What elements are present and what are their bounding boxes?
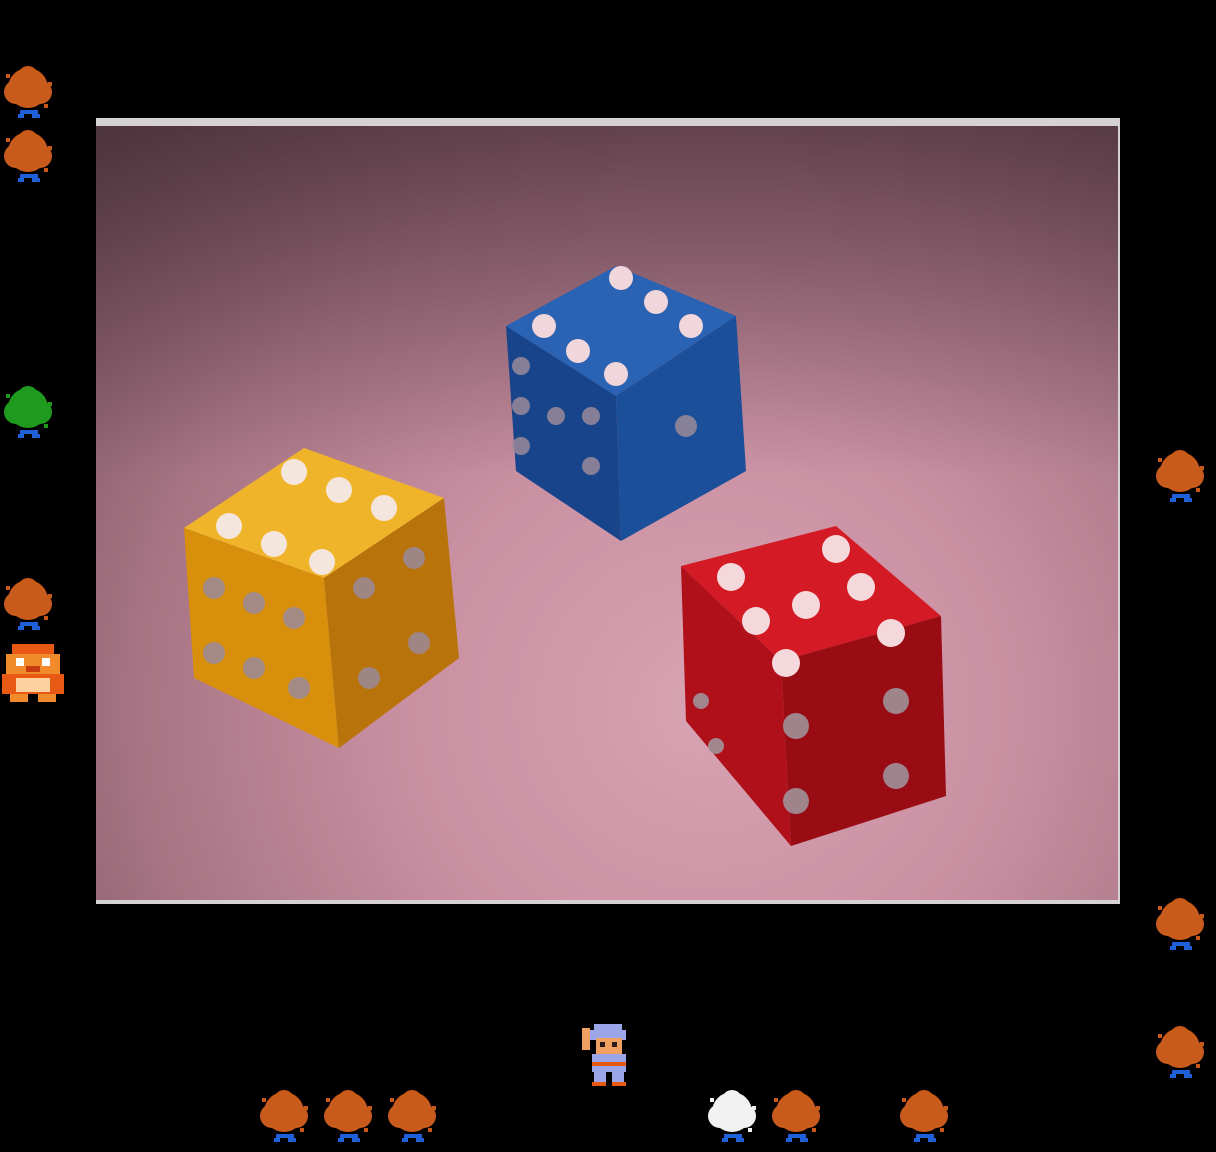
dice-photo (96, 126, 1118, 900)
bush-icon (0, 576, 56, 632)
bush-icon (320, 1088, 376, 1144)
red-warrior-icon[interactable] (2, 640, 64, 704)
bush-icon (1152, 1024, 1208, 1080)
bush-icon (256, 1088, 312, 1144)
bush-icon (768, 1088, 824, 1144)
photo-frame (96, 118, 1120, 904)
bush-icon (1152, 896, 1208, 952)
bush-icon (896, 1088, 952, 1144)
green-bush-icon (0, 384, 56, 440)
white-bush-icon (704, 1088, 760, 1144)
blue-die (506, 266, 746, 541)
hero-icon[interactable] (580, 1022, 636, 1088)
bush-icon (1152, 448, 1208, 504)
orange-die (184, 448, 459, 748)
bush-icon (384, 1088, 440, 1144)
bush-icon (0, 128, 56, 184)
red-die (681, 526, 946, 846)
bush-icon (0, 64, 56, 120)
